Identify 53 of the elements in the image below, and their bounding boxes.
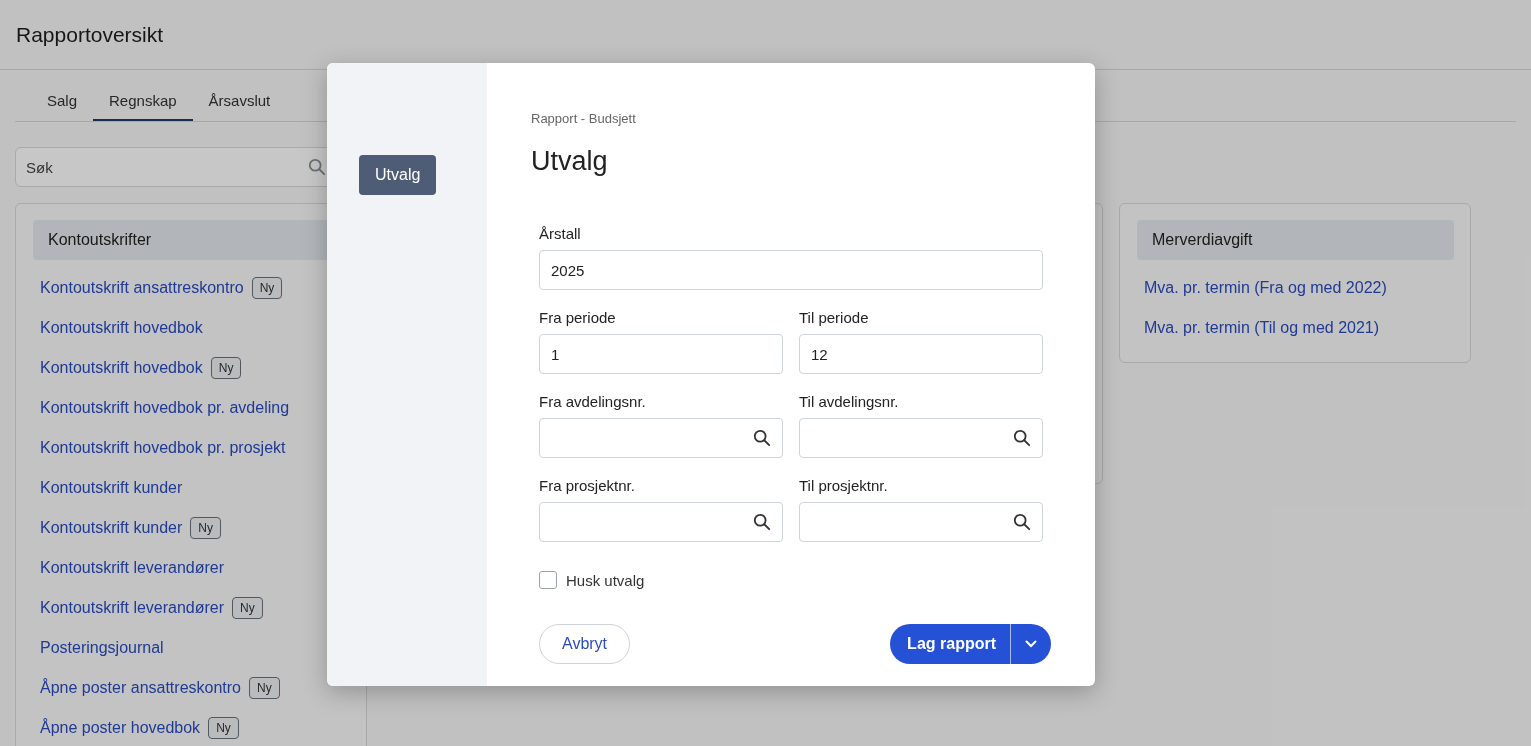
- new-badge: Ny: [190, 517, 221, 539]
- search-icon: [1013, 513, 1031, 531]
- new-badge: Ny: [249, 677, 280, 699]
- report-link[interactable]: Kontoutskrift kunder: [40, 519, 183, 537]
- report-link[interactable]: Kontoutskrift hovedbok pr. prosjekt: [40, 439, 286, 457]
- field-label: Til periode: [799, 309, 870, 326]
- input-field[interactable]: 1: [539, 334, 783, 374]
- breadcrumb: Rapport - Budsjett: [531, 111, 637, 126]
- new-badge: Ny: [251, 277, 283, 299]
- dropdown-button[interactable]: [1011, 624, 1051, 664]
- report-link[interactable]: Kontoutskrift kunder: [40, 479, 183, 497]
- sidebar-item[interactable]: Utvalg: [359, 155, 437, 195]
- tab[interactable]: Årsavslut: [192, 82, 287, 121]
- card-heading: Merverdiavgift: [1137, 220, 1454, 260]
- input-field[interactable]: 12: [799, 334, 1043, 374]
- cancel-button[interactable]: Avbryt: [539, 624, 631, 664]
- checkbox-label: Husk utvalg: [566, 571, 645, 589]
- caret-icon: [1025, 640, 1037, 648]
- field-label: Fra avdelingsnr.: [539, 393, 647, 410]
- field-label: Til avdelingsnr.: [799, 393, 900, 410]
- report-link[interactable]: Åpne poster ansattreskontro: [40, 679, 241, 697]
- search-icon: [308, 158, 326, 176]
- report-link[interactable]: Kontoutskrift leverandører: [40, 559, 225, 577]
- search-icon: [753, 513, 771, 531]
- field-label: Årstall: [539, 225, 582, 242]
- report-link[interactable]: Kontoutskrift hovedbok pr. avdeling: [40, 399, 290, 417]
- report-link[interactable]: Kontoutskrift hovedbok: [40, 319, 203, 337]
- new-badge: Ny: [232, 597, 263, 619]
- create-report-button[interactable]: Lag rapport: [890, 624, 1011, 664]
- tab[interactable]: Regnskap: [93, 82, 193, 121]
- lookup-field[interactable]: [799, 502, 1043, 542]
- report-link[interactable]: Åpne poster hovedbok: [40, 719, 201, 737]
- report-link[interactable]: Kontoutskrift ansattreskontro: [40, 279, 244, 297]
- lookup-field[interactable]: [539, 418, 783, 458]
- page-title: Rapportoversikt: [16, 22, 164, 47]
- new-badge: Ny: [210, 357, 242, 379]
- lookup-field[interactable]: [539, 502, 783, 542]
- field-label: Fra periode: [539, 309, 617, 326]
- checkbox[interactable]: [539, 571, 557, 589]
- field-label: Til prosjektnr.: [799, 477, 889, 494]
- search-icon: [1013, 429, 1031, 447]
- input-field[interactable]: 2025: [539, 250, 1043, 290]
- tab[interactable]: Salg: [31, 82, 94, 121]
- dialog-title: Utvalg: [531, 146, 609, 177]
- lookup-field[interactable]: [799, 418, 1043, 458]
- report-link[interactable]: Mva. pr. termin (Til og med 2021): [1144, 319, 1380, 337]
- report-link[interactable]: Posteringsjournal: [40, 639, 164, 657]
- new-badge: Ny: [208, 717, 239, 739]
- search-icon: [753, 429, 771, 447]
- report-link[interactable]: Kontoutskrift hovedbok: [40, 359, 203, 377]
- report-link[interactable]: Kontoutskrift leverandører: [40, 599, 225, 617]
- field-label: Fra prosjektnr.: [539, 477, 636, 494]
- report-link[interactable]: Mva. pr. termin (Fra og med 2022): [1144, 279, 1387, 297]
